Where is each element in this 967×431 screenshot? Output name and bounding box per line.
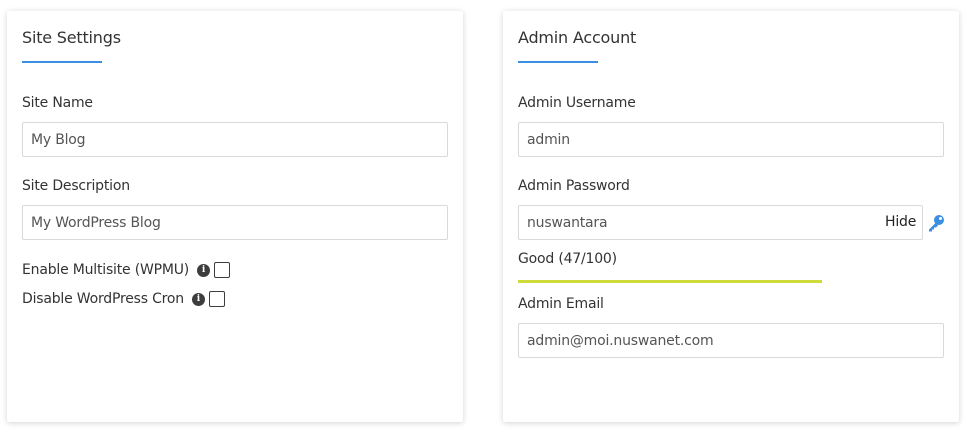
- site-settings-panel: Site Settings Site Name Site Description…: [7, 11, 463, 422]
- disable-cron-checkbox[interactable]: [208, 291, 225, 307]
- admin-email-label: Admin Email: [518, 296, 604, 312]
- disable-cron-label: Disable WordPress Cron: [22, 291, 184, 307]
- admin-account-title-underline: [518, 61, 598, 63]
- site-name-input[interactable]: [22, 122, 448, 157]
- site-description-input[interactable]: [22, 205, 448, 240]
- site-settings-title: Site Settings: [22, 28, 121, 47]
- site-name-label: Site Name: [22, 95, 93, 111]
- site-description-label: Site Description: [22, 178, 130, 194]
- password-strength-text: Good (47/100): [518, 251, 617, 267]
- password-strength-fill: [518, 280, 822, 283]
- admin-username-input[interactable]: [518, 122, 944, 157]
- password-hide-toggle[interactable]: Hide: [885, 205, 916, 240]
- enable-multisite-checkbox[interactable]: [214, 262, 231, 278]
- admin-password-field: Hide: [518, 205, 944, 240]
- admin-password-label: Admin Password: [518, 178, 630, 194]
- enable-multisite-label: Enable Multisite (WPMU): [22, 262, 190, 278]
- disable-cron-row: Disable WordPress Cron i: [22, 290, 225, 308]
- admin-email-input[interactable]: [518, 323, 944, 358]
- info-icon[interactable]: i: [191, 292, 205, 306]
- admin-account-panel: Admin Account Admin Username Admin Passw…: [503, 11, 959, 422]
- admin-username-label: Admin Username: [518, 95, 636, 111]
- info-icon[interactable]: i: [197, 263, 211, 277]
- enable-multisite-row: Enable Multisite (WPMU) i: [22, 261, 231, 279]
- admin-account-title: Admin Account: [518, 28, 637, 47]
- password-strength-meter: [518, 280, 822, 283]
- admin-password-input[interactable]: [518, 205, 923, 240]
- site-settings-title-underline: [22, 61, 102, 63]
- key-icon[interactable]: [926, 213, 946, 233]
